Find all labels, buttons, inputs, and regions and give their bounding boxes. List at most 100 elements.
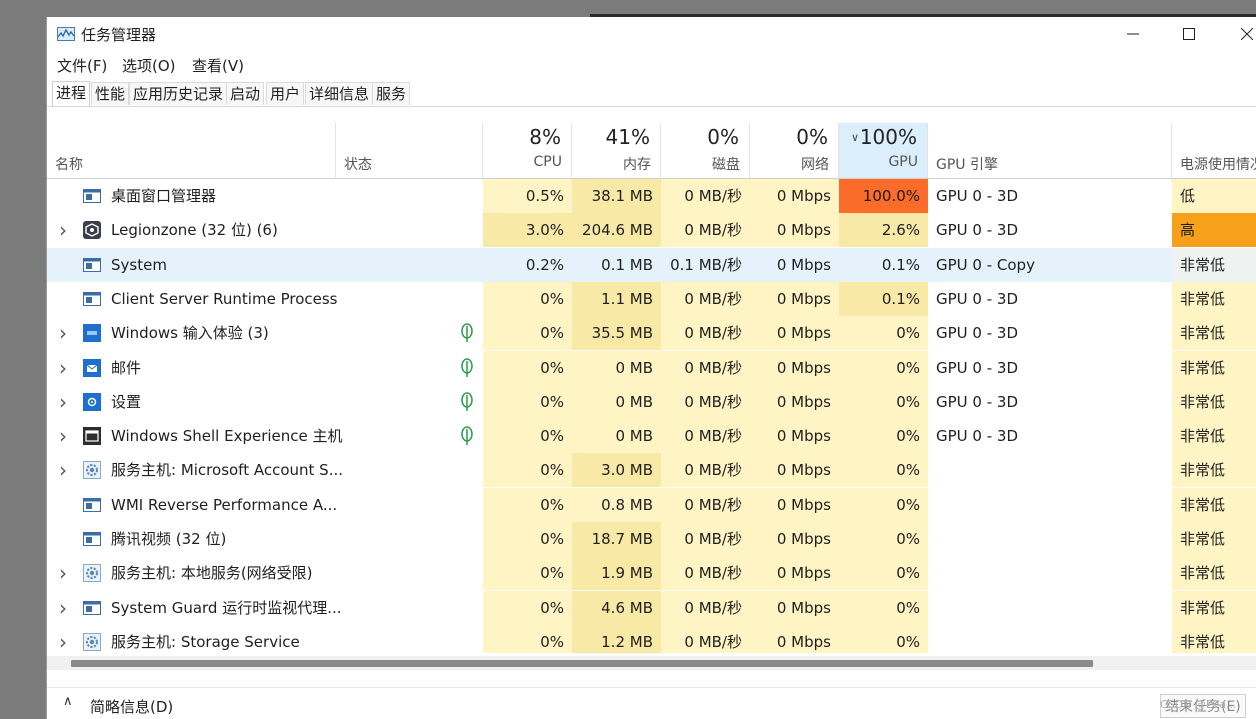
cpu-cell: 0% bbox=[483, 590, 572, 625]
close-icon bbox=[1241, 28, 1253, 40]
process-row[interactable]: › 设置 0% 0 MB 0 MB/秒 0 Mbps 0% GPU 0 - 3D 非常低 bbox=[47, 384, 1256, 419]
gpu-engine-cell bbox=[928, 522, 1172, 556]
gear-service-icon bbox=[83, 564, 101, 583]
cpu-cell: 0% bbox=[483, 419, 572, 454]
column-header-power[interactable]: 电源使用情况 bbox=[1172, 123, 1256, 179]
tab-details[interactable]: 详细信息 bbox=[305, 82, 374, 105]
column-header-gpu-engine[interactable]: GPU 引擎 bbox=[928, 123, 1172, 179]
cpu-cell: 0% bbox=[483, 624, 572, 653]
gpu-engine-cell: GPU 0 - 3D bbox=[928, 316, 1172, 351]
chevron-right-icon[interactable]: › bbox=[59, 453, 67, 487]
network-cell: 0 Mbps bbox=[750, 350, 839, 385]
chevron-right-icon[interactable]: › bbox=[59, 316, 67, 350]
process-name: Windows 输入体验 (3) bbox=[111, 324, 269, 343]
tab-services[interactable]: 服务 bbox=[372, 82, 411, 105]
chevron-right-icon[interactable]: › bbox=[59, 419, 67, 453]
chevron-right-icon[interactable]: › bbox=[59, 591, 67, 625]
disk-cell: 0 MB/秒 bbox=[661, 624, 750, 653]
column-header-cpu[interactable]: 8% CPU bbox=[483, 123, 572, 179]
fewer-details-button[interactable]: 简略信息(D) bbox=[90, 696, 173, 717]
chevron-right-icon[interactable]: › bbox=[59, 213, 67, 247]
column-header-gpu[interactable]: ∨ 100% GPU bbox=[839, 123, 928, 179]
process-name: Legionzone (32 位) (6) bbox=[111, 221, 278, 240]
process-row[interactable]: 桌面窗口管理器 0.5% 38.1 MB 0 MB/秒 0 Mbps 100.0% GPU … bbox=[47, 179, 1256, 213]
menu-file[interactable]: 文件(F) bbox=[57, 55, 107, 76]
memory-cell: 0.1 MB bbox=[572, 247, 661, 282]
chevron-right-icon[interactable]: › bbox=[59, 385, 67, 419]
memory-cell: 204.6 MB bbox=[572, 213, 661, 248]
process-row[interactable]: › 服务主机: Storage Service 0% 1.2 MB 0 MB/秒 0 Mb… bbox=[47, 624, 1256, 653]
tab-users[interactable]: 用户 bbox=[266, 82, 305, 105]
memory-cell: 38.1 MB bbox=[572, 179, 661, 213]
column-header-memory[interactable]: 41% 内存 bbox=[572, 123, 661, 179]
column-header-disk[interactable]: 0% 磁盘 bbox=[661, 123, 750, 179]
power-usage-cell: 高 bbox=[1172, 213, 1256, 248]
process-row[interactable]: › 服务主机: Microsoft Account S... 0% 3.0 MB 0 M… bbox=[47, 453, 1256, 488]
gpu-cell: 0% bbox=[839, 384, 928, 419]
process-row[interactable]: Client Server Runtime Process 0% 1.1 MB 0 M… bbox=[47, 281, 1256, 316]
close-button[interactable] bbox=[1219, 17, 1256, 51]
process-name: Windows Shell Experience 主机 bbox=[111, 427, 343, 446]
maximize-button[interactable] bbox=[1161, 17, 1217, 51]
memory-cell: 0 MB bbox=[572, 350, 661, 385]
process-name: Client Server Runtime Process bbox=[111, 289, 338, 308]
column-header-status[interactable]: 状态 bbox=[336, 123, 483, 179]
process-row[interactable]: › Legionzone (32 位) (6) 3.0% 204.6 MB 0 MB/秒… bbox=[47, 213, 1256, 248]
cpu-cell: 0.2% bbox=[483, 247, 572, 282]
power-usage-cell: 非常低 bbox=[1172, 384, 1256, 419]
horizontal-scrollbar[interactable] bbox=[47, 656, 1256, 670]
tab-performance[interactable]: 性能 bbox=[91, 82, 130, 105]
menu-view[interactable]: 查看(V) bbox=[192, 55, 244, 76]
network-cell: 0 Mbps bbox=[750, 281, 839, 316]
process-row[interactable]: › System Guard 运行时监视代理... 0% 4.6 MB 0 MB/秒 0 … bbox=[47, 590, 1256, 625]
window-icon bbox=[83, 599, 101, 617]
menu-options[interactable]: 选项(O) bbox=[122, 55, 176, 76]
column-header-network[interactable]: 0% 网络 bbox=[750, 123, 839, 179]
process-row[interactable]: WMI Reverse Performance A... 0% 0.8 MB 0 MB… bbox=[47, 487, 1256, 522]
process-row[interactable]: System 0.2% 0.1 MB 0.1 MB/秒 0 Mbps 0.1% GPU 0 … bbox=[47, 247, 1256, 282]
memory-cell: 3.0 MB bbox=[572, 453, 661, 488]
gpu-cell: 0% bbox=[839, 316, 928, 351]
power-usage-cell: 非常低 bbox=[1172, 350, 1256, 385]
process-row[interactable]: › 邮件 0% 0 MB 0 MB/秒 0 Mbps 0% GPU 0 - 3D 非常低 bbox=[47, 350, 1256, 385]
sort-descending-icon: ∨ bbox=[851, 131, 860, 144]
chevron-right-icon[interactable]: › bbox=[59, 351, 67, 385]
process-row[interactable]: 腾讯视频 (32 位) 0% 18.7 MB 0 MB/秒 0 Mbps 0% 非常低 bbox=[47, 522, 1256, 556]
memory-cell: 0 MB bbox=[572, 419, 661, 454]
gpu-engine-cell: GPU 0 - 3D bbox=[928, 179, 1172, 213]
tab-app-history[interactable]: 应用历史记录 bbox=[129, 82, 228, 105]
maximize-icon bbox=[1183, 28, 1195, 40]
disk-cell: 0 MB/秒 bbox=[661, 590, 750, 625]
process-name: 桌面窗口管理器 bbox=[111, 187, 217, 205]
chevron-right-icon[interactable]: › bbox=[59, 625, 67, 653]
disk-cell: 0 MB/秒 bbox=[661, 453, 750, 488]
column-header-name[interactable]: 名称 bbox=[47, 123, 336, 179]
minimize-button[interactable] bbox=[1105, 17, 1161, 51]
memory-cell: 18.7 MB bbox=[572, 522, 661, 556]
window-icon bbox=[83, 530, 101, 548]
chevron-right-icon[interactable]: › bbox=[59, 556, 67, 590]
power-usage-cell: 非常低 bbox=[1172, 590, 1256, 625]
power-usage-cell: 非常低 bbox=[1172, 624, 1256, 653]
memory-total-percent: 41% bbox=[605, 125, 650, 149]
tab-startup[interactable]: 启动 bbox=[226, 82, 265, 105]
gpu-total-percent: 100% bbox=[859, 125, 917, 149]
memory-cell: 0.8 MB bbox=[572, 487, 661, 522]
power-usage-cell: 非常低 bbox=[1172, 419, 1256, 454]
title-bar[interactable]: 任务管理器 bbox=[47, 17, 1256, 51]
cpu-total-percent: 8% bbox=[529, 125, 561, 149]
gpu-cell: 2.6% bbox=[839, 213, 928, 248]
cpu-cell: 0.5% bbox=[483, 179, 572, 213]
gpu-engine-cell bbox=[928, 487, 1172, 522]
disk-cell: 0 MB/秒 bbox=[661, 213, 750, 248]
memory-cell: 35.5 MB bbox=[572, 316, 661, 351]
tab-processes[interactable]: 进程 bbox=[52, 81, 91, 106]
process-row[interactable]: › Windows Shell Experience 主机 0% 0 MB 0 MB/秒… bbox=[47, 419, 1256, 454]
chevron-up-icon[interactable]: ∧ bbox=[63, 694, 73, 709]
process-row[interactable]: › Windows 输入体验 (3) 0% 35.5 MB 0 MB/秒 0 Mbps 0%… bbox=[47, 316, 1256, 351]
process-row[interactable]: › 服务主机: 本地服务(网络受限) 0% 1.9 MB 0 MB/秒 0 Mbps 0% 非… bbox=[47, 556, 1256, 591]
gpu-cell: 0% bbox=[839, 522, 928, 556]
scrollbar-thumb[interactable] bbox=[71, 660, 1093, 667]
network-label: 网络 bbox=[801, 157, 829, 173]
disk-cell: 0 MB/秒 bbox=[661, 522, 750, 556]
